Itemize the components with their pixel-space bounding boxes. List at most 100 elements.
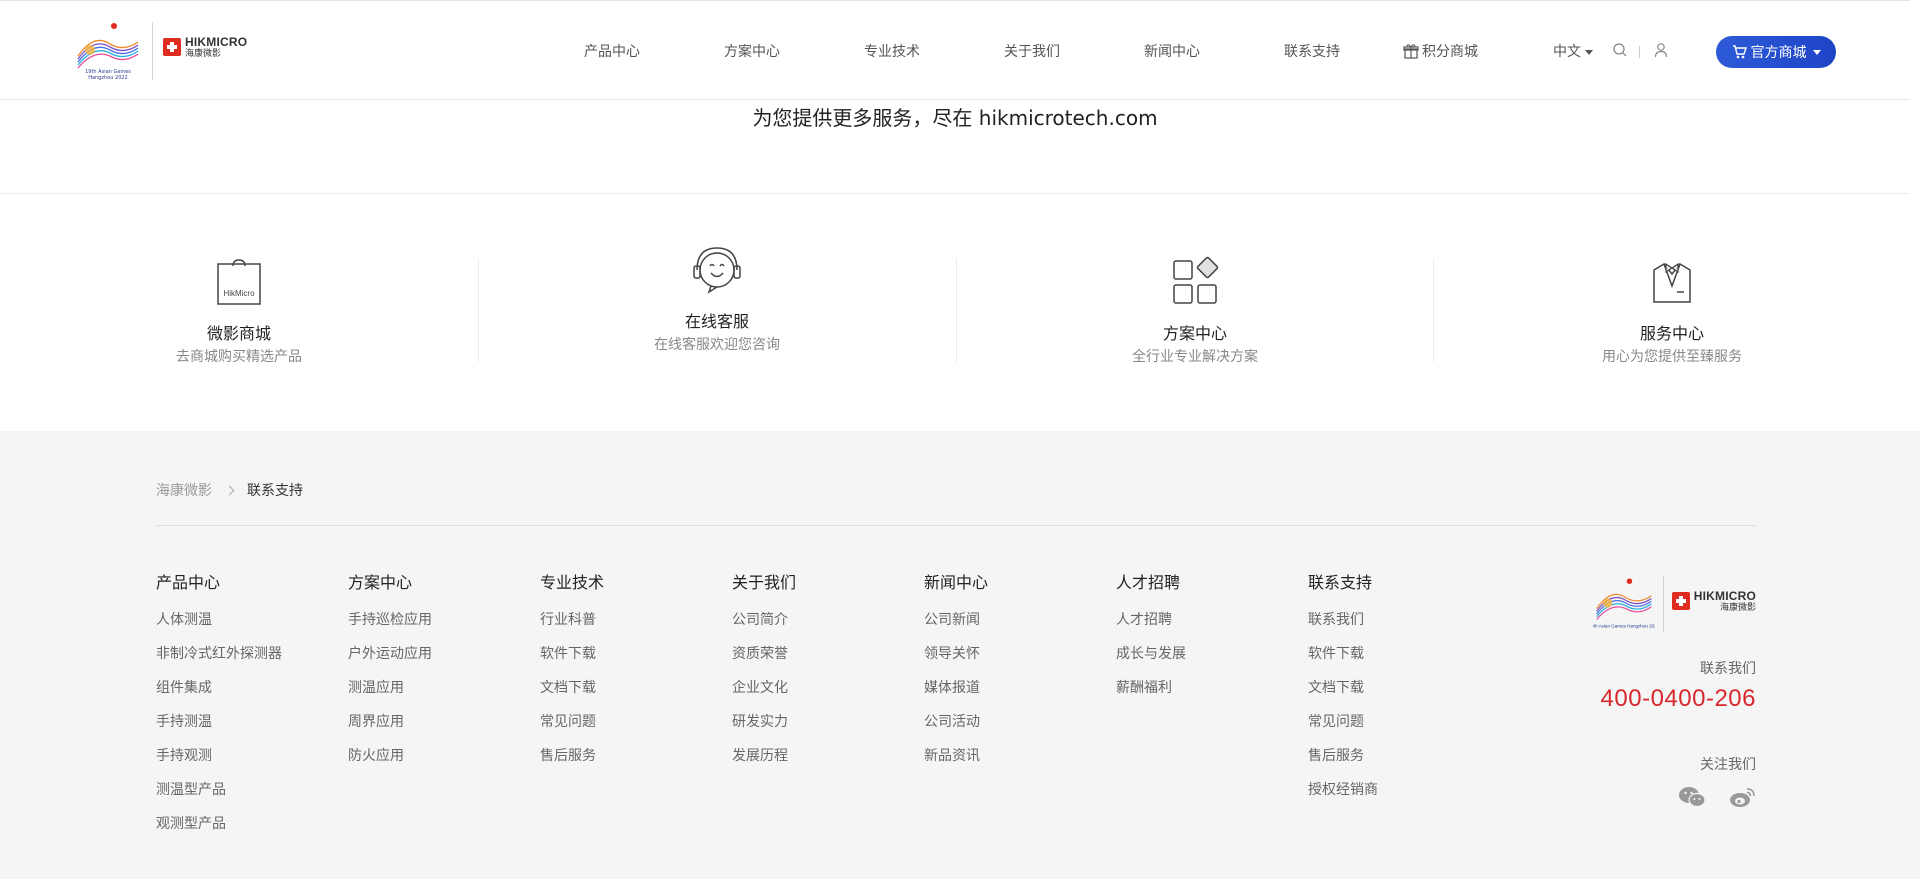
service-card-mall[interactable]: HikMicro 微影商城 去商城购买精选产品 [0, 194, 478, 431]
breadcrumb: 海康微影 联系支持 [156, 480, 303, 500]
footer-games-logo-caption: 19th Asian Games Hangzhou 2022 [1593, 624, 1655, 629]
footer-divider [156, 525, 1756, 526]
service-title: 方案中心 [1162, 324, 1227, 343]
footer-link[interactable]: 非制冷式红外探测器 [156, 645, 282, 663]
footer-link[interactable]: 售后服务 [1308, 747, 1378, 765]
header-logo[interactable]: 19th Asian Games Hangzhou 2022 HIKMICRO … [74, 19, 247, 83]
search-icon[interactable] [1612, 42, 1628, 58]
footer-column-title[interactable]: 产品中心 [156, 573, 282, 593]
footer-link[interactable]: 售后服务 [540, 747, 604, 765]
footer-link[interactable]: 资质荣誉 [732, 645, 796, 663]
suit-bowtie-icon [1646, 256, 1698, 308]
footer-link[interactable]: 联系我们 [1308, 611, 1378, 629]
footer-link[interactable]: 手持巡检应用 [348, 611, 432, 629]
footer-column-title[interactable]: 新闻中心 [924, 573, 988, 593]
footer-column-title[interactable]: 方案中心 [348, 573, 432, 593]
footer-link[interactable]: 常见问题 [1308, 713, 1378, 731]
footer-brand-cn: 海康微影 [1719, 602, 1756, 613]
service-subtitle: 用心为您提供至臻服务 [1602, 349, 1742, 365]
logo-divider [152, 22, 153, 80]
footer-link[interactable]: 薪酬福利 [1116, 679, 1186, 697]
footer-link[interactable]: 测温应用 [348, 679, 432, 697]
breadcrumb-home[interactable]: 海康微影 [156, 480, 212, 500]
footer-link[interactable]: 文档下载 [1308, 679, 1378, 697]
footer-column-careers: 人才招聘 人才招聘 成长与发展 薪酬福利 [1116, 573, 1186, 713]
nav-about[interactable]: 关于我们 [1004, 41, 1060, 61]
brand-cn: 海康微影 [185, 48, 222, 59]
footer-link[interactable]: 企业文化 [732, 679, 796, 697]
footer-column-technology: 专业技术 行业科普 软件下载 文档下载 常见问题 售后服务 [540, 573, 604, 781]
footer-column-about: 关于我们 公司简介 资质荣誉 企业文化 研发实力 发展历程 [732, 573, 796, 781]
footer-link[interactable]: 测温型产品 [156, 781, 282, 799]
footer-link[interactable]: 研发实力 [732, 713, 796, 731]
service-card-service-center[interactable]: 服务中心 用心为您提供至臻服务 [1433, 194, 1911, 431]
footer-link[interactable]: 手持测温 [156, 713, 282, 731]
logo-divider [1662, 576, 1664, 632]
nav-points-mall-label: 积分商城 [1422, 44, 1478, 60]
shopping-bag-icon: HikMicro [213, 256, 265, 308]
footer-link[interactable]: 发展历程 [732, 747, 796, 765]
footer-link[interactable]: 领导关怀 [924, 645, 988, 663]
hikmicro-mark-icon [1671, 592, 1690, 610]
grid-squares-icon [1169, 256, 1221, 308]
site-header: 19th Asian Games Hangzhou 2022 HIKMICRO … [0, 0, 1910, 100]
footer-link[interactable]: 授权经销商 [1308, 781, 1378, 799]
footer-column-title[interactable]: 专业技术 [540, 573, 604, 593]
service-subtitle: 去商城购买精选产品 [176, 349, 302, 365]
service-cards: HikMicro 微影商城 去商城购买精选产品 在线客服 在线客服欢迎您咨询 方… [0, 194, 1910, 431]
nav-news[interactable]: 新闻中心 [1144, 41, 1200, 61]
footer-link[interactable]: 公司简介 [732, 611, 796, 629]
chevron-right-icon [224, 485, 235, 495]
footer-column-title[interactable]: 联系支持 [1308, 573, 1378, 593]
weibo-icon[interactable] [1728, 785, 1756, 809]
service-subtitle: 全行业专业解决方案 [1132, 349, 1258, 365]
official-store-label: 官方商城 [1750, 45, 1807, 61]
footer-link[interactable]: 公司活动 [924, 713, 988, 731]
site-footer: 海康微影 联系支持 产品中心 人体测温 非制冷式红外探测器 组件集成 手持测温 … [0, 431, 1920, 879]
follow-label: 关注我们 [1700, 757, 1756, 773]
footer-link[interactable]: 观测型产品 [156, 815, 282, 833]
footer-brand-en: HIKMICRO [1693, 588, 1756, 603]
footer-column-title[interactable]: 关于我们 [732, 573, 796, 593]
footer-link[interactable]: 公司新闻 [924, 611, 988, 629]
footer-link[interactable]: 行业科普 [540, 611, 604, 629]
footer-link[interactable]: 手持观测 [156, 747, 282, 765]
nav-points-mall[interactable]: 积分商城 [1403, 41, 1478, 61]
shopping-bag-brand: HikMicro [223, 289, 255, 298]
footer-column-products: 产品中心 人体测温 非制冷式红外探测器 组件集成 手持测温 手持观测 测温型产品… [156, 573, 282, 849]
footer-link[interactable]: 常见问题 [540, 713, 604, 731]
footer-link[interactable]: 新品资讯 [924, 747, 988, 765]
footer-link[interactable]: 软件下载 [1308, 645, 1378, 663]
footer-link[interactable]: 成长与发展 [1116, 645, 1186, 663]
footer-column-title[interactable]: 人才招聘 [1116, 573, 1186, 593]
wechat-icon[interactable] [1678, 785, 1706, 809]
footer-link[interactable]: 户外运动应用 [348, 645, 432, 663]
service-card-online-support[interactable]: 在线客服 在线客服欢迎您咨询 [478, 194, 956, 431]
footer-link[interactable]: 媒体报道 [924, 679, 988, 697]
contact-label: 联系我们 [1700, 661, 1756, 677]
footer-column-support: 联系支持 联系我们 软件下载 文档下载 常见问题 售后服务 授权经销商 [1308, 573, 1378, 815]
nav-solutions[interactable]: 方案中心 [724, 41, 780, 61]
service-card-solutions[interactable]: 方案中心 全行业专业解决方案 [956, 194, 1434, 431]
footer-link[interactable]: 人才招聘 [1116, 611, 1186, 629]
footer-link[interactable]: 周界应用 [348, 713, 432, 731]
service-subtitle: 在线客服欢迎您咨询 [654, 337, 780, 353]
footer-link[interactable]: 人体测温 [156, 611, 282, 629]
language-select[interactable]: 中文 [1553, 41, 1593, 61]
hikmicro-logo: HIKMICRO 海康微影 [163, 27, 247, 67]
user-icon[interactable] [1653, 42, 1669, 58]
hotline-number[interactable]: 400-0400-206 [1601, 685, 1756, 713]
service-title: 服务中心 [1639, 324, 1704, 343]
breadcrumb-current: 联系支持 [247, 483, 303, 499]
header-separator [1639, 46, 1640, 58]
nav-technology[interactable]: 专业技术 [864, 41, 920, 61]
footer-link[interactable]: 文档下载 [540, 679, 604, 697]
footer-link[interactable]: 软件下载 [540, 645, 604, 663]
official-store-button[interactable]: 官方商城 [1716, 36, 1836, 68]
footer-link[interactable]: 组件集成 [156, 679, 282, 697]
nav-support[interactable]: 联系支持 [1284, 41, 1340, 61]
asian-games-logo: 19th Asian Games Hangzhou 2022 [1593, 578, 1655, 629]
nav-products[interactable]: 产品中心 [584, 41, 640, 61]
games-logo-caption: 19th Asian Games Hangzhou 2022 [85, 69, 131, 81]
footer-link[interactable]: 防火应用 [348, 747, 432, 765]
